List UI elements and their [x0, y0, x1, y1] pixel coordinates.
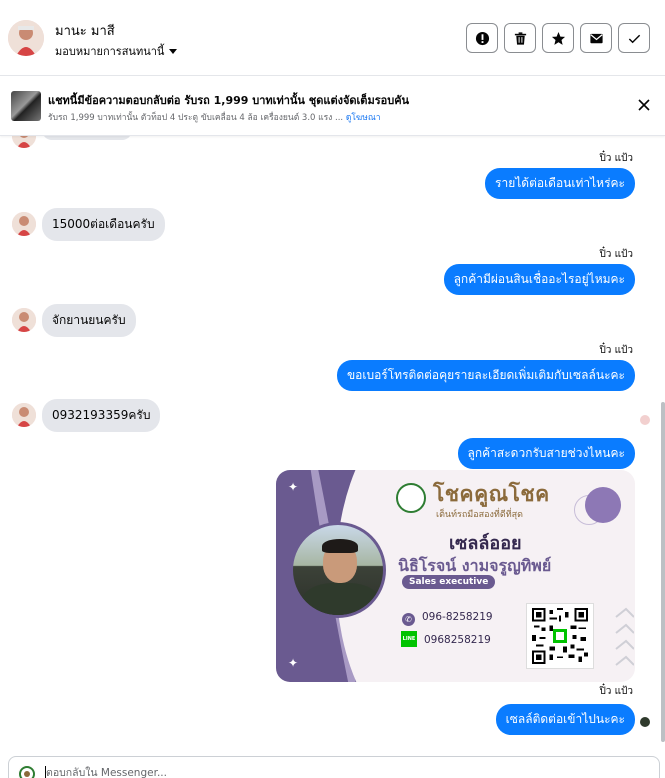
message-bubble-outgoing[interactable]: เซลล์ติดต่อเข้าไปนะคะ — [495, 704, 635, 735]
mark-unread-button[interactable] — [580, 23, 612, 53]
brand-logo-icon — [396, 483, 426, 513]
ad-context-banner: แชทนี้มีข้อความตอบกลับต่อ รับรถ 1,999 บา… — [0, 76, 665, 136]
message-bubble-outgoing[interactable]: รายได้ต่อเดือนเท่าไหร่คะ — [485, 168, 635, 199]
contact-avatar-small — [12, 308, 36, 332]
message-thread[interactable]: ปิ๋ว แป้ว รายได้ต่อเดือนเท่าไหร่คะ 15000… — [0, 136, 665, 750]
contact-avatar[interactable] — [8, 20, 44, 56]
check-icon — [628, 34, 640, 43]
card-nickname: เซลล์ออย — [449, 533, 522, 554]
chevron-decoration-icon — [615, 607, 634, 666]
envelope-icon — [589, 33, 603, 43]
sender-name: ปิ๋ว แป้ว — [599, 249, 633, 260]
header-actions — [466, 23, 650, 53]
business-card-image[interactable]: ✦ ✦ โชคคูณโชค เต็นท์รถมือสองที่ดีที่สุด … — [276, 470, 635, 682]
trash-icon — [514, 31, 526, 45]
card-brand-tagline: เต็นท์รถมือสองที่ดีที่สุด — [436, 510, 523, 520]
exclamation-icon — [475, 31, 489, 45]
ad-subtitle: รับรถ 1,999 บาทเท่านั้น ตัวท็อป 4 ประตู … — [48, 110, 381, 124]
line-app-icon: LINE — [401, 631, 417, 647]
message-bubble-outgoing[interactable]: ลูกค้าสะดวกรับสายช่วงไหนคะ — [457, 438, 635, 469]
sparkle-icon: ✦ — [288, 480, 299, 494]
phone-icon: ✆ — [402, 613, 415, 626]
card-line-id: 0968258219 — [424, 634, 491, 646]
ad-description: รับรถ 1,999 บาทเท่านั้น ตัวท็อป 4 ประตู … — [48, 113, 344, 123]
contact-name: มานะ มาสี — [55, 24, 115, 39]
contact-avatar-small — [12, 136, 36, 148]
qr-code — [526, 603, 594, 669]
card-phone: 096-8258219 — [422, 611, 493, 623]
card-role-badge: Sales executive — [402, 575, 496, 589]
message-bubble-outgoing[interactable]: ลูกค้ามีผ่อนสินเชื่ออะไรอยู่ไหมคะ — [443, 264, 635, 295]
sender-name: ปิ๋ว แป้ว — [599, 153, 633, 164]
delete-button[interactable] — [504, 23, 536, 53]
message-bubble-outgoing[interactable]: ขอเบอร์โทรติดต่อคุยรายละเอียดเพิ่มเติมกั… — [336, 360, 635, 391]
close-icon[interactable] — [637, 98, 651, 112]
contact-avatar-small — [12, 403, 36, 427]
ad-title: แชทนี้มีข้อความตอบกลับต่อ รับรถ 1,999 บา… — [48, 94, 410, 107]
sparkle-icon: ✦ — [288, 656, 299, 670]
sender-name: ปิ๋ว แป้ว — [599, 686, 633, 697]
message-bubble-incoming[interactable]: จักยานยนครับ — [42, 304, 136, 337]
seen-indicator-avatar — [640, 415, 650, 425]
card-decoration-circle — [585, 487, 621, 523]
messenger-conversation: มานะ มาสี มอบหมายการสนทนานี้ แชทนี้มีข้อ… — [0, 0, 665, 778]
assign-label: มอบหมายการสนทนานี้ — [55, 45, 165, 58]
mark-spam-button[interactable] — [466, 23, 498, 53]
conversation-header: มานะ มาสี มอบหมายการสนทนานี้ — [0, 0, 665, 76]
reply-composer — [8, 756, 660, 778]
message-bubble-incoming[interactable]: 15000ต่อเดือนครับ — [42, 208, 165, 241]
star-button[interactable] — [542, 23, 574, 53]
ad-thumbnail[interactable] — [11, 91, 41, 121]
mark-done-button[interactable] — [618, 23, 650, 53]
assign-conversation-dropdown[interactable]: มอบหมายการสนทนานี้ — [55, 42, 178, 60]
salesperson-photo — [290, 522, 386, 618]
caret-down-icon — [169, 48, 178, 54]
message-bubble-incoming-partial — [42, 136, 132, 140]
seen-indicator-avatar — [640, 717, 650, 727]
view-ad-link[interactable]: ดูโฆษณา — [346, 113, 381, 123]
star-icon — [551, 31, 565, 45]
page-avatar — [18, 765, 36, 778]
reply-input[interactable] — [46, 763, 606, 778]
contact-avatar-small — [12, 212, 36, 236]
sender-name: ปิ๋ว แป้ว — [599, 345, 633, 356]
message-bubble-incoming[interactable]: 0932193359ครับ — [42, 399, 161, 432]
scrollbar-thumb[interactable] — [661, 402, 665, 742]
